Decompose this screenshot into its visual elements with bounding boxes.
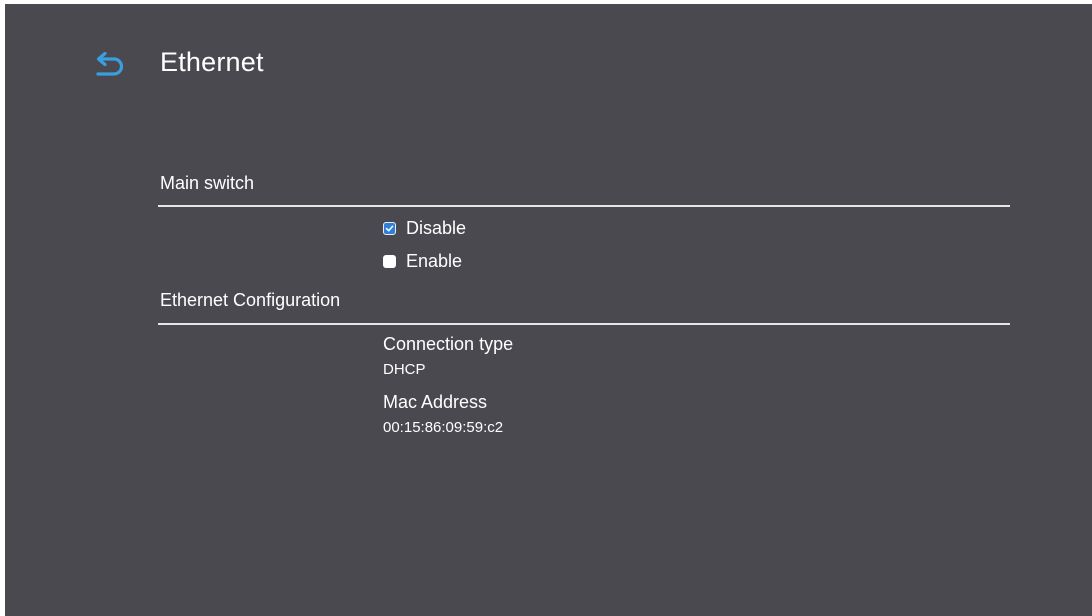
connection-type-value: DHCP [383, 361, 426, 378]
ethernet-settings-screen: Ethernet Main switch Disable Enable Ethe… [5, 4, 1092, 616]
disable-option[interactable]: Disable [383, 216, 466, 240]
ethernet-configuration-divider [158, 323, 1010, 325]
enable-option[interactable]: Enable [383, 249, 462, 273]
mac-address-value: 00:15:86:09:59:c2 [383, 419, 504, 436]
page-title: Ethernet [160, 47, 264, 77]
checkmark-icon [385, 225, 394, 231]
ethernet-configuration-heading: Ethernet Configuration [160, 290, 341, 310]
enable-label: Enable [406, 251, 463, 271]
disable-label: Disable [406, 218, 467, 238]
back-arrow-icon [94, 52, 128, 80]
enable-checkbox[interactable] [383, 254, 396, 268]
main-switch-divider [158, 205, 1010, 207]
mac-address-label: Mac Address [383, 392, 488, 412]
connection-type-label: Connection type [383, 334, 514, 354]
disable-checkbox[interactable] [383, 221, 396, 235]
back-button[interactable] [91, 50, 131, 82]
main-switch-heading: Main switch [160, 173, 255, 193]
